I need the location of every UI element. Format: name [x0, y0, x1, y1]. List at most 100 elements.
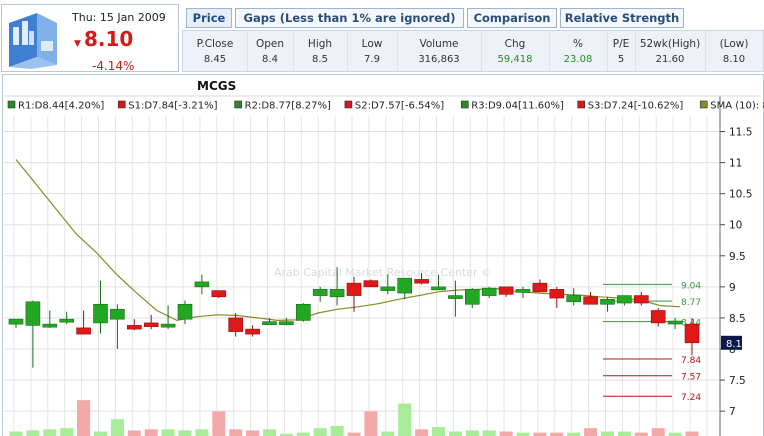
y-tick-label: 8.5	[729, 313, 746, 325]
volume-bar	[465, 430, 479, 436]
volume-bar	[448, 431, 462, 436]
volume-bar	[516, 432, 530, 436]
legend-swatch	[344, 100, 353, 109]
candle-body	[549, 289, 565, 299]
candle-body	[448, 295, 463, 299]
pivot-label: 8.77	[681, 298, 701, 308]
pivot-label: 9.04	[681, 281, 701, 291]
candle-body	[397, 277, 413, 294]
candle-body	[25, 301, 41, 326]
candle-body	[93, 303, 108, 324]
candle-body	[498, 286, 514, 295]
candle-body	[59, 318, 75, 323]
legend-swatch	[7, 100, 16, 109]
candle-body	[583, 296, 598, 305]
y-tick-label: 9	[729, 282, 736, 294]
volume-bar	[601, 431, 614, 436]
volume-bar	[651, 428, 665, 436]
volume-bar	[364, 411, 378, 436]
volume-bar	[296, 432, 310, 436]
volume-bar	[381, 431, 395, 436]
candle-body	[600, 299, 615, 305]
candle-body	[414, 279, 429, 284]
volume-bar	[195, 429, 209, 436]
volume-bar	[550, 432, 564, 436]
volume-bar	[263, 429, 276, 436]
volume-bar	[178, 430, 192, 436]
volume-bar	[246, 430, 260, 436]
y-tick-label: 10.5	[729, 189, 752, 201]
volume-bar	[144, 429, 158, 436]
legend-label: R3:D9.04[11.60%]	[471, 101, 564, 112]
candle-body	[532, 282, 548, 293]
candle-body	[177, 303, 193, 320]
candle-body	[346, 282, 362, 296]
volume-bar	[161, 429, 175, 436]
volume-bar	[110, 419, 124, 436]
candle-body	[8, 318, 24, 325]
legend-label: S3:D7.24[-10.62%]	[588, 101, 684, 112]
candle-body	[262, 321, 277, 325]
y-tick-label: 7.5	[729, 375, 746, 387]
candle-body	[481, 287, 497, 296]
volume-bar	[77, 400, 91, 436]
candle-body	[127, 325, 142, 330]
candle-body	[143, 322, 159, 327]
legend-label: R1:D8.44[4.20%]	[18, 101, 104, 112]
volume-bar	[432, 427, 445, 436]
app-window: Thu: 15 Jan 2009 ▼ 8.10 -4.14% Price Gap…	[0, 0, 764, 436]
y-tick-label: 11	[729, 158, 742, 170]
legend-label: R2:D8.77[8.27%]	[245, 101, 331, 112]
pivot-label: 7.57	[681, 373, 701, 383]
volume-bar	[347, 432, 361, 436]
legend-label: SMA (10): 8.675	[710, 101, 764, 112]
candle-body	[566, 295, 582, 303]
volume-bar	[499, 431, 513, 436]
legend-swatch	[699, 100, 708, 109]
candle-body	[160, 323, 176, 328]
candle-body	[464, 289, 480, 305]
candle-body	[76, 327, 91, 335]
candle-body	[363, 280, 379, 288]
candle-body	[211, 290, 227, 298]
candle-body	[515, 289, 531, 293]
candle-body	[279, 321, 294, 325]
pivot-label: 7.24	[681, 393, 701, 403]
candle-body	[667, 320, 683, 325]
volume-bar	[584, 428, 598, 436]
candle-body	[650, 310, 666, 324]
candle-body	[42, 323, 58, 328]
y-tick-label: 10	[729, 220, 742, 232]
candle-body	[245, 328, 260, 335]
volume-bar	[313, 428, 327, 436]
volume-bar	[330, 425, 344, 436]
volume-bar	[533, 432, 547, 436]
volume-bar	[212, 411, 226, 436]
volume-bar	[617, 431, 631, 436]
legend-label: S1:D7.84[-3.21%]	[128, 101, 217, 112]
candle-body	[312, 289, 328, 296]
legend-swatch	[460, 100, 469, 109]
candle-body	[110, 308, 125, 320]
volume-bar	[26, 430, 40, 436]
volume-bar	[415, 429, 429, 436]
volume-bar	[229, 429, 243, 436]
price-chart[interactable]: 11.51110.5109.598.587.57R1:D8.44[4.20%] S…	[0, 0, 764, 436]
candle-body	[617, 295, 632, 304]
candle-body	[684, 323, 700, 344]
volume-bar	[482, 430, 496, 436]
volume-bar	[567, 432, 581, 436]
candle-body	[329, 289, 345, 298]
candle-body	[633, 295, 649, 304]
volume-bar	[60, 428, 74, 436]
volume-bar	[398, 403, 412, 436]
current-price-label: 8.1	[726, 339, 742, 350]
y-tick-label: 9.5	[729, 251, 746, 263]
candle-body	[295, 303, 311, 321]
legend-swatch	[117, 100, 126, 109]
volume-bar	[43, 429, 57, 436]
volume-bar	[634, 432, 648, 436]
volume-bar	[685, 431, 699, 436]
candle-body	[228, 317, 243, 332]
legend-label: S2:D7.57[-6.54%]	[355, 101, 444, 112]
